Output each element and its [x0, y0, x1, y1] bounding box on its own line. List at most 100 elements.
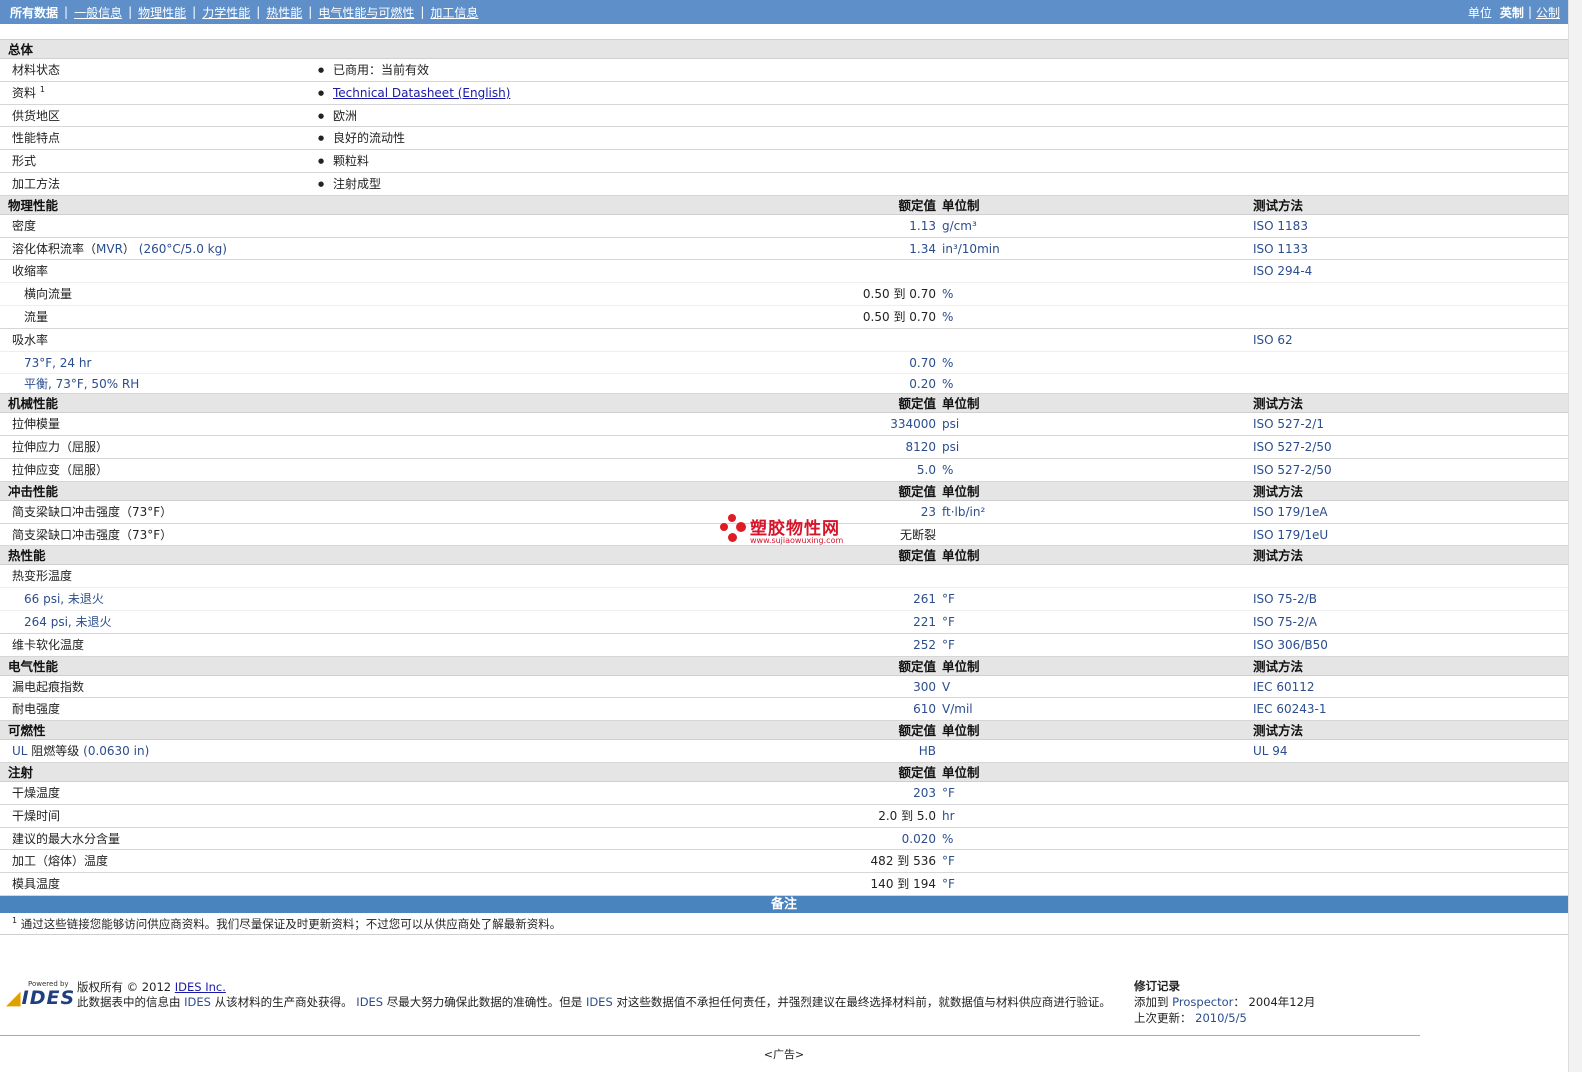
- disclaimer-text: 此数据表中的信息由 IDES 从该材料的生产商处获得。 IDES 尽最大努力确保…: [77, 995, 1111, 1009]
- table-row: 66 psi, 未退火 261 °F ISO 75-2/B: [0, 588, 1568, 611]
- property-unit: °F: [942, 637, 955, 652]
- nominal-header: 额定值: [898, 396, 936, 412]
- copyright-block: 版权所有 © 2012 IDES Inc. 此数据表中的信息由 IDES 从该材…: [77, 980, 1111, 1010]
- property-value: 5.0: [916, 462, 936, 477]
- nav-electrical-flammability[interactable]: 电气性能与可燃性: [312, 4, 420, 21]
- nav-physical[interactable]: 物理性能: [132, 4, 192, 21]
- property-label: 加工方法: [12, 176, 61, 191]
- property-value: 2.0 到 5.0: [878, 808, 936, 823]
- property-label: 吸水率: [12, 332, 49, 347]
- table-row: 材料状态 已商用：当前有效: [0, 59, 1568, 82]
- property-unit: %: [942, 355, 954, 370]
- section-title: 注射: [8, 764, 34, 780]
- table-row: 耐电强度 610 V/mil IEC 60243-1: [0, 698, 1568, 722]
- property-label: 简支梁缺口冲击强度（73°F）: [12, 527, 173, 542]
- nav-processing[interactable]: 加工信息: [424, 4, 484, 21]
- test-method: ISO 179/1eA: [1253, 504, 1328, 519]
- section-title: 热性能: [8, 548, 46, 564]
- table-row: 漏电起痕指数 300 V IEC 60112: [0, 676, 1568, 699]
- ad-placeholder[interactable]: <广告>: [0, 1046, 1568, 1062]
- units-label: 单位: [1467, 5, 1492, 20]
- property-label: 资料 1: [12, 84, 45, 100]
- unit-header: 单位制: [942, 548, 980, 564]
- revision-added: 添加到 Prospector： 2004年12月: [1134, 995, 1316, 1009]
- footnote: 1 通过这些链接您能够访问供应商资料。我们尽量保证及时更新资料；不过您可以从供应…: [0, 913, 1568, 935]
- nav-mechanical[interactable]: 力学性能: [196, 4, 256, 21]
- ides-link[interactable]: IDES Inc.: [175, 980, 226, 994]
- property-value: 注射成型: [318, 173, 381, 195]
- table-row: 拉伸模量 334000 psi ISO 527-2/1: [0, 413, 1568, 437]
- property-label: 溶化体积流率（MVR） (260°C/5.0 kg): [12, 241, 227, 256]
- vertical-scrollbar[interactable]: [1568, 0, 1582, 1072]
- nominal-header: 额定值: [898, 197, 936, 213]
- test-method: IEC 60112: [1253, 679, 1315, 694]
- nav-all-data[interactable]: 所有数据: [10, 4, 64, 21]
- property-value: 欧洲: [318, 105, 357, 127]
- notes-header: 备注: [0, 895, 1568, 913]
- property-value: 0.50 到 0.70: [862, 309, 936, 324]
- property-value: 0.70: [909, 355, 936, 370]
- footnote-number: 1: [12, 915, 18, 925]
- table-row: 建议的最大水分含量 0.020 %: [0, 828, 1568, 851]
- property-label: 热变形温度: [12, 569, 73, 584]
- property-value: 203: [913, 785, 936, 800]
- section-nav: 所有数据 | 一般信息 | 物理性能 | 力学性能 | 热性能 | 电气性能与可…: [10, 4, 484, 21]
- unit-english[interactable]: 英制: [1500, 4, 1524, 21]
- table-row: 吸水率 ISO 62: [0, 329, 1568, 352]
- property-label: 性能特点: [12, 131, 61, 146]
- property-label: 漏电起痕指数: [12, 679, 85, 694]
- section-title: 冲击性能: [8, 483, 59, 499]
- footnote-ref: 1: [39, 84, 45, 94]
- table-row: 供货地区 欧洲: [0, 105, 1568, 128]
- ides-logo[interactable]: Powered by ◢IDES: [6, 980, 74, 1012]
- property-label: 材料状态: [12, 63, 61, 77]
- test-method: UL 94: [1253, 744, 1288, 759]
- nav-general-info[interactable]: 一般信息: [68, 4, 128, 21]
- section-title: 物理性能: [8, 197, 59, 213]
- table-row: 横向流量 0.50 到 0.70 %: [0, 283, 1568, 306]
- property-value: 221: [913, 614, 936, 629]
- test-header: 测试方法: [1253, 658, 1304, 674]
- test-header: 测试方法: [1253, 396, 1304, 412]
- property-unit: %: [942, 831, 954, 846]
- test-method: ISO 294-4: [1253, 264, 1313, 279]
- revision-title: 修订记录: [1134, 979, 1180, 993]
- table-row: UL 阻燃等级 (0.0630 in) HB UL 94: [0, 740, 1568, 763]
- footnote-text: 通过这些链接您能够访问供应商资料。我们尽量保证及时更新资料；不过您可以从供应商处…: [20, 916, 562, 931]
- property-value: 610: [913, 702, 936, 717]
- unit-switcher: 单位 英制 | 公制: [1468, 4, 1560, 21]
- property-value: 140 到 194: [870, 877, 936, 892]
- property-label: 收缩率: [12, 264, 49, 279]
- property-value: 已商用：当前有效: [318, 59, 429, 81]
- table-row: 拉伸应力（屈服） 8120 psi ISO 527-2/50: [0, 436, 1568, 459]
- table-row: 模具温度 140 到 194 °F: [0, 873, 1568, 896]
- nominal-header: 额定值: [898, 658, 936, 674]
- nominal-header: 额定值: [898, 548, 936, 564]
- test-header: 测试方法: [1253, 197, 1304, 213]
- table-row: 264 psi, 未退火 221 °F ISO 75-2/A: [0, 611, 1568, 634]
- nominal-header: 额定值: [898, 723, 936, 739]
- property-label: 66 psi, 未退火: [24, 592, 104, 607]
- table-row: 干燥温度 203 °F: [0, 782, 1568, 805]
- property-value: 0.50 到 0.70: [862, 287, 936, 302]
- table-row: 拉伸应变（屈服） 5.0 % ISO 527-2/50: [0, 459, 1568, 482]
- test-method: ISO 527-2/50: [1253, 462, 1332, 477]
- property-unit: V: [942, 679, 951, 694]
- table-row: 73°F, 24 hr 0.70 %: [0, 352, 1568, 375]
- table-row: 加工（熔体）温度 482 到 536 °F: [0, 850, 1568, 874]
- unit-metric[interactable]: 公制: [1536, 4, 1560, 21]
- nav-thermal[interactable]: 热性能: [260, 4, 308, 21]
- unit-header: 单位制: [942, 658, 980, 674]
- table-row: 平衡, 73°F, 50% RH 0.20 %: [0, 374, 1568, 395]
- property-value: 0.020: [901, 831, 936, 846]
- datasheet-link[interactable]: Technical Datasheet (English): [333, 86, 510, 100]
- property-value: 23: [920, 504, 936, 519]
- property-label: 264 psi, 未退火: [24, 614, 112, 629]
- section-title: 电气性能: [8, 658, 59, 674]
- nominal-header: 额定值: [898, 764, 936, 780]
- table-row: 形式 颗粒料: [0, 150, 1568, 173]
- property-unit: %: [942, 377, 954, 392]
- logo-text: ◢IDES: [6, 987, 76, 1009]
- unit-header: 单位制: [942, 764, 980, 780]
- table-row: 密度 1.13 g/cm³ ISO 1183: [0, 215, 1568, 238]
